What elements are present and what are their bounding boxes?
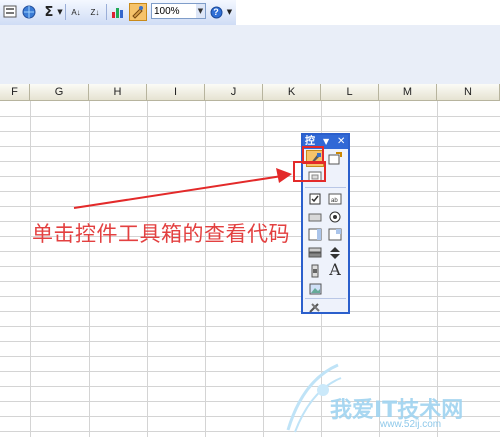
- highlight-box-view-code: [293, 161, 326, 182]
- listbox-control-icon[interactable]: [306, 226, 324, 243]
- label-control-icon[interactable]: A: [326, 260, 344, 279]
- toolbox-separator: [305, 187, 346, 188]
- instruction-caption: 单击控件工具箱的查看代码: [32, 222, 290, 246]
- watermark-url: www.52ij.com: [380, 419, 442, 430]
- textbox-control-icon[interactable]: ab: [326, 190, 344, 207]
- close-icon[interactable]: ✕: [337, 135, 345, 149]
- more-controls-icon[interactable]: [306, 299, 324, 316]
- spin-button-control-icon[interactable]: [326, 244, 344, 261]
- option-button-control-icon[interactable]: [326, 208, 344, 225]
- command-button-control-icon[interactable]: [306, 208, 324, 225]
- combobox-control-icon[interactable]: [326, 226, 344, 243]
- image-control-icon[interactable]: [306, 280, 324, 297]
- highlight-box-design-mode: [302, 146, 324, 164]
- properties-icon[interactable]: [326, 150, 344, 167]
- toggle-button-control-icon[interactable]: [306, 244, 324, 261]
- checkbox-control-icon[interactable]: [306, 190, 324, 207]
- svg-text:ab: ab: [331, 198, 338, 204]
- scrollbar-control-icon[interactable]: [306, 262, 324, 279]
